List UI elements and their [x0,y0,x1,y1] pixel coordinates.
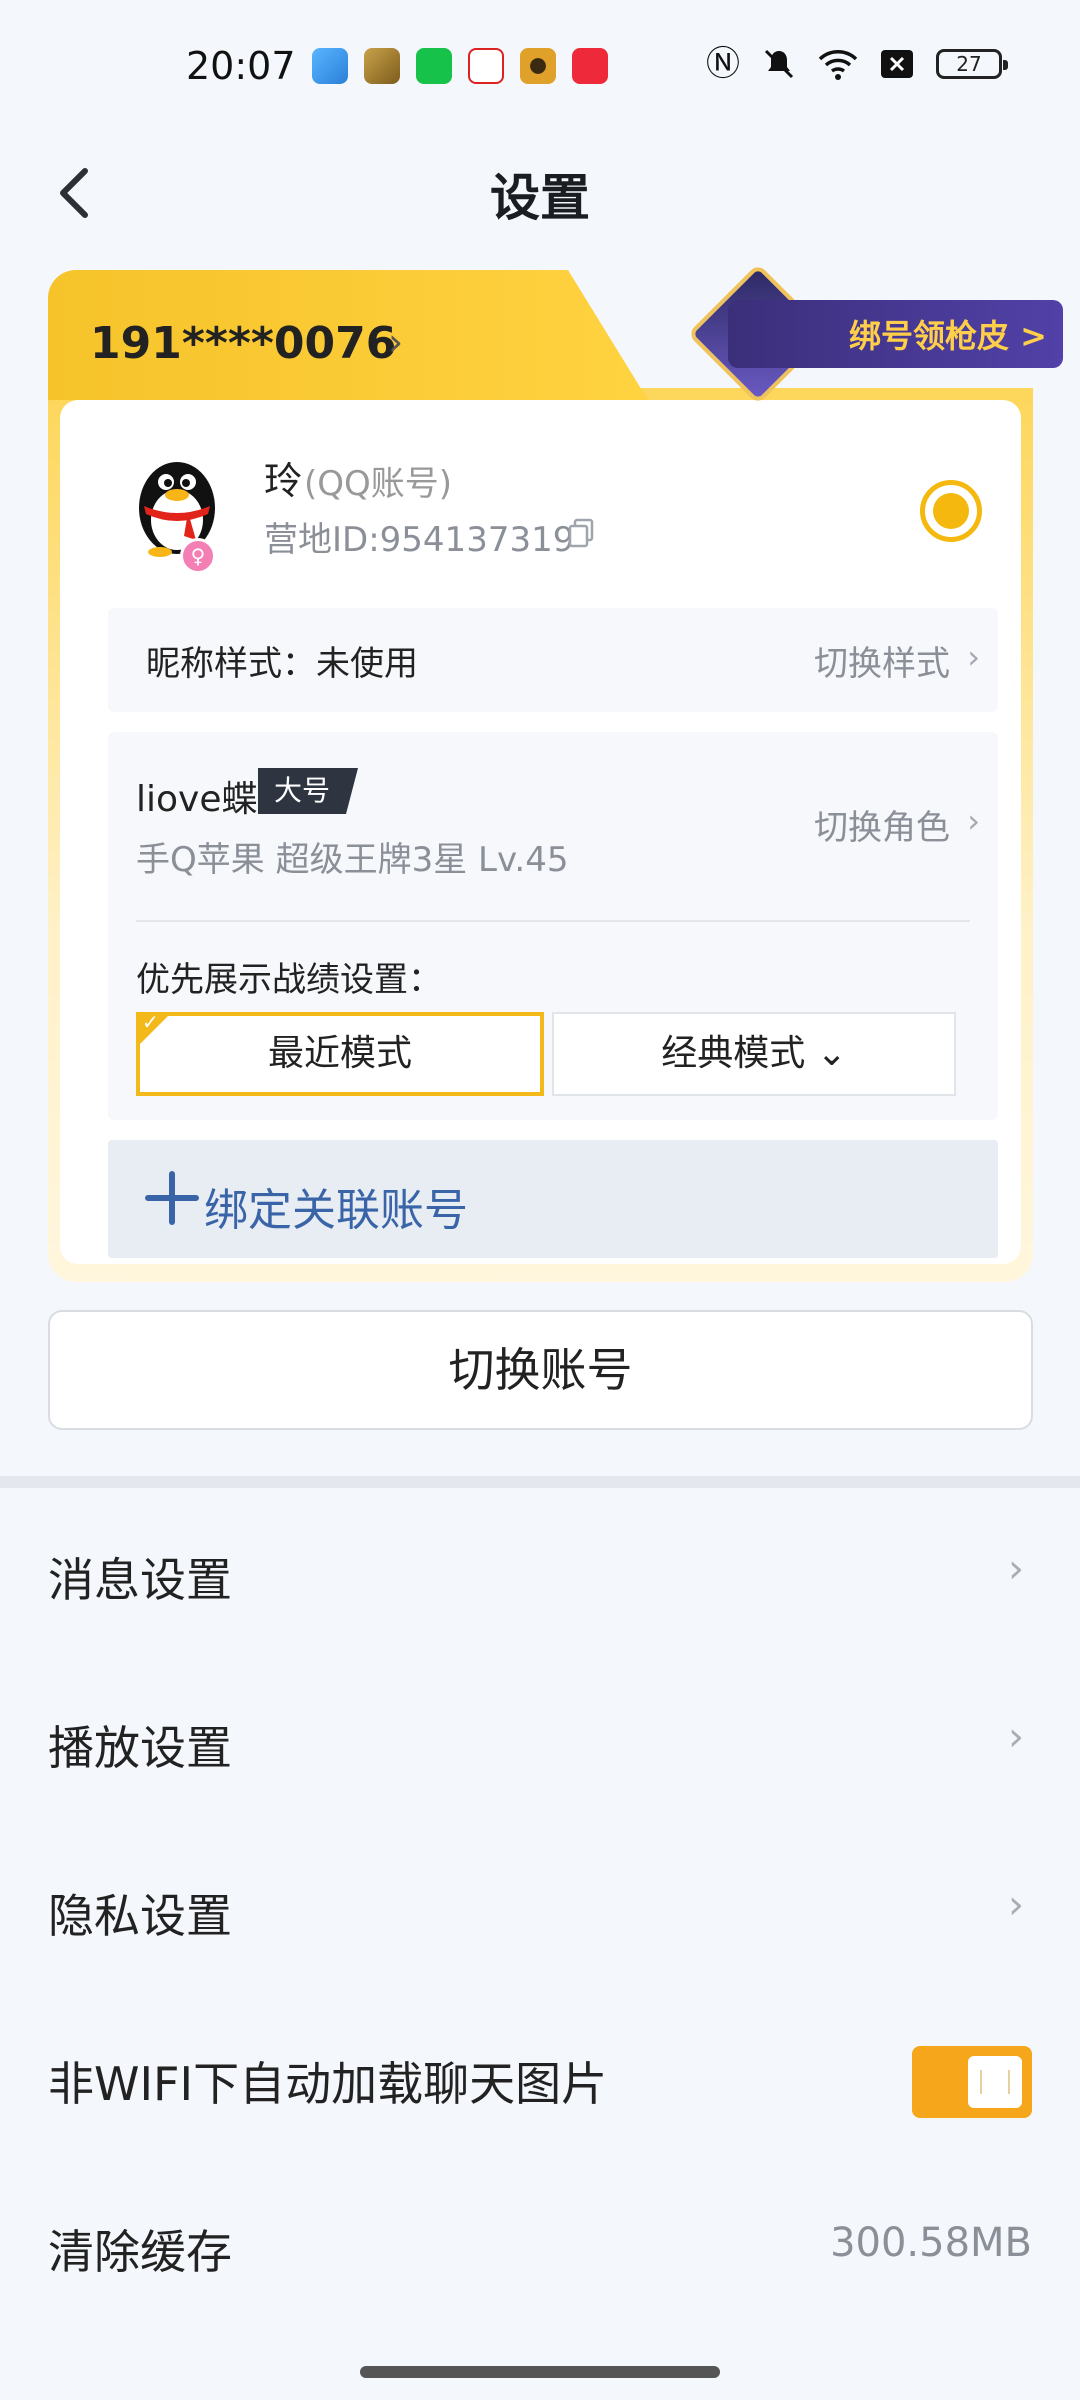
nfc-icon: Ⓝ [706,44,740,84]
main-account-badge: 大号 [258,768,359,814]
page-title: 设置 [490,169,590,227]
copy-icon[interactable] [568,518,594,548]
nickname-style-row[interactable]: 昵称样式：未使用 切换样式 › [108,608,998,712]
music-app-icon [520,48,556,84]
account-card: ♀ 玲 (QQ账号) 营地ID:954137319 昵称样式：未使用 切换样式 … [48,263,1063,1282]
game-role-box: liove蝶 大号 手Q苹果 超级王牌3星 Lv.45 切换角色 › 优先展示战… [108,732,998,1120]
female-gender-icon: ♀ [180,538,216,574]
bind-linked-account-label: 绑定关联账号 [204,1185,468,1236]
chevron-right-icon: › [1008,1546,1024,1592]
classic-mode-dropdown[interactable]: 经典模式 ⌄ [552,1012,956,1096]
section-divider [0,1476,1080,1488]
bind-reward-button[interactable]: 绑号领枪皮 > [728,300,1063,368]
account-card-body: ♀ 玲 (QQ账号) 营地ID:954137319 昵称样式：未使用 切换样式 … [48,388,1033,1282]
close-box-icon [881,50,913,78]
chevron-right-icon: › [1008,1714,1024,1760]
cache-size: 300.58MB [830,2220,1032,2266]
page-header: 设置 [0,140,1080,240]
stats-display-label: 优先展示战绩设置： [136,960,442,1000]
menu-item-privacy-settings[interactable]: 隐私设置 › [0,1830,1080,1998]
status-time: 20:07 [186,44,296,88]
wifi-icon [818,50,858,80]
menu-item-message-settings[interactable]: 消息设置 › [0,1494,1080,1662]
switch-style-link[interactable]: 切换样式 [814,636,950,685]
divider [136,920,970,922]
switch-role-link[interactable]: 切换角色 [814,800,950,849]
nickname-style-label: 昵称样式：未使用 [146,644,418,684]
chevron-right-icon: › [967,802,980,840]
user-account-type: (QQ账号) [304,464,453,504]
check-icon: ✓ [142,1010,159,1034]
menu-label: 消息设置 [48,1553,232,1607]
recent-mode-label: 最近模式 [267,1033,412,1074]
chevron-right-icon: › [967,638,980,676]
chevron-right-icon: › [1008,1882,1024,1928]
status-system-icons: Ⓝ 27 [706,44,1008,84]
qq-penguin-avatar [139,462,215,557]
gallery-app-icon [312,48,348,84]
account-phone[interactable]: 191****0076 [90,318,396,369]
camp-id: 营地ID:954137319 [264,520,575,560]
status-app-icons [312,48,608,84]
mute-icon [764,49,794,79]
music-red-app-icon [572,48,608,84]
role-name: liove蝶 [136,779,258,820]
switch-account-button[interactable]: 切换账号 [48,1310,1033,1430]
bind-reward-label: 绑号领枪皮 > [849,317,1047,355]
menu-label: 隐私设置 [48,1889,232,1943]
account-card-inner: ♀ 玲 (QQ账号) 营地ID:954137319 昵称样式：未使用 切换样式 … [60,400,1021,1264]
battery-indicator: 27 [936,49,1008,79]
recent-mode-button[interactable]: ✓ 最近模式 [136,1012,544,1096]
home-indicator[interactable] [360,2366,720,2378]
account-selected-radio[interactable] [920,480,982,542]
game-app-icon [364,48,400,84]
menu-label: 非WIFI下自动加载聊天图片 [48,2057,608,2111]
bind-linked-account-button[interactable]: 绑定关联账号 [108,1140,998,1258]
menu-item-clear-cache[interactable]: 清除缓存 300.58MB [0,2166,1080,2334]
auto-load-toggle[interactable] [912,2046,1032,2118]
plus-icon [145,1171,199,1225]
store-app-icon [416,48,452,84]
role-info: 手Q苹果 超级王牌3星 Lv.45 [136,840,569,880]
menu-item-auto-load-images: 非WIFI下自动加载聊天图片 [0,1998,1080,2166]
toggle-grip-icon [980,2070,1010,2094]
news-app-icon [468,48,504,84]
menu-label: 清除缓存 [48,2225,232,2279]
menu-label: 播放设置 [48,1721,232,1775]
menu-item-playback-settings[interactable]: 播放设置 › [0,1662,1080,1830]
user-name: 玲 [264,459,303,503]
chevron-right-icon: › [388,320,404,364]
status-bar: 20:07 Ⓝ 27 [0,0,1080,130]
